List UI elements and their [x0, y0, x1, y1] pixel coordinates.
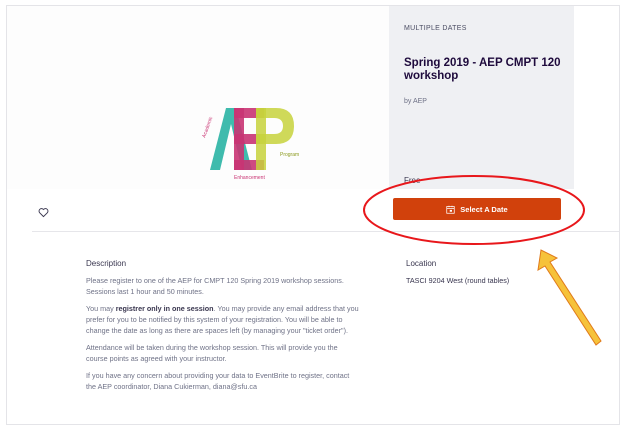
logo-word-enhancement: Enhancement [234, 175, 265, 181]
description-paragraph: Attendance will be taken during the work… [86, 343, 338, 363]
logo-word-academic: Academic [201, 116, 214, 139]
description-heading: Description [86, 259, 127, 268]
event-title: Spring 2019 - AEP CMPT 120 workshop [404, 57, 561, 82]
multiple-dates-tag: MULTIPLE DATES [404, 25, 467, 32]
calendar-icon [446, 205, 455, 214]
description-emphasis: registrer only in one session [115, 304, 214, 313]
location-value: TASCI 9204 West (round tables) [406, 276, 510, 285]
organizer-link[interactable]: by AEP [404, 98, 427, 105]
logo-word-program: Program [280, 152, 299, 158]
location-heading: Location [406, 259, 437, 268]
description-paragraph: You may registrer only in one session. Y… [86, 304, 359, 335]
event-price: Free [404, 176, 421, 185]
select-date-label: Select A Date [460, 204, 508, 214]
description-paragraph: Please register to one of the AEP for CM… [86, 276, 344, 296]
event-summary-panel: MULTIPLE DATES Spring 2019 - AEP CMPT 12… [389, 6, 574, 189]
select-date-button[interactable]: Select A Date [393, 198, 561, 220]
description-paragraph: If you have any concern about providing … [86, 371, 350, 391]
location-section: Location TASCI 9204 West (round tables) [406, 258, 586, 286]
heart-icon[interactable] [38, 207, 49, 218]
divider [32, 231, 619, 232]
aep-logo: Academic Program Enhancement [201, 108, 299, 181]
event-hero-image: Academic Program Enhancement [7, 6, 389, 189]
description-section: Description Please register to one of th… [86, 258, 361, 398]
